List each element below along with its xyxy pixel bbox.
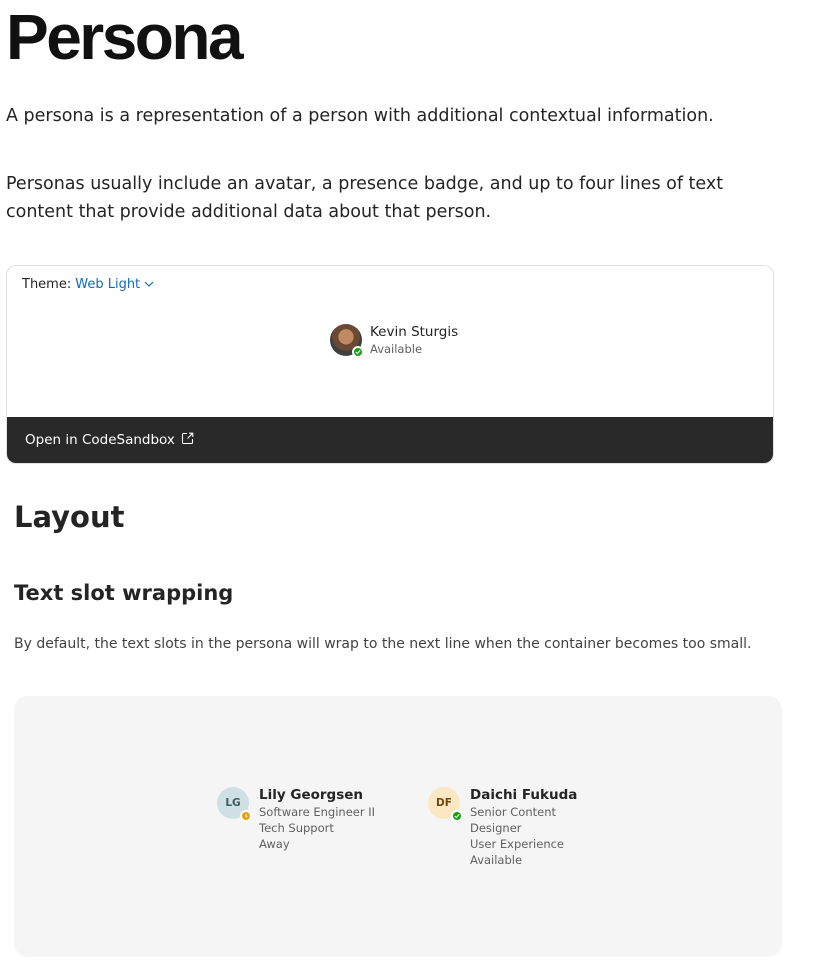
avatar <box>330 324 364 358</box>
persona-quaternary-text: Away <box>259 837 290 851</box>
codesandbox-bar: Open in CodeSandbox <box>7 417 773 463</box>
persona-lily: LG Lily Georgsen Software Engineer II Te… <box>217 787 375 852</box>
theme-value[interactable]: Web Light <box>75 277 140 292</box>
persona-daichi: DF Daichi Fukuda Senior Content Designer… <box>428 787 577 868</box>
text-slot-wrapping-heading: Text slot wrapping <box>14 581 234 605</box>
presence-available-icon <box>451 810 463 822</box>
persona-quaternary-text: Available <box>470 853 523 867</box>
theme-selector[interactable]: Theme: Web Light <box>22 277 154 292</box>
avatar-initials: DF <box>436 797 452 809</box>
persona-name: Kevin Sturgis <box>370 324 459 340</box>
persona-name: Lily Georgsen <box>259 787 363 803</box>
intro-paragraph: A persona is a representation of a perso… <box>6 106 714 126</box>
open-codesandbox-link[interactable]: Open in CodeSandbox <box>25 432 194 449</box>
persona-secondary-text: Senior Content <box>470 805 557 819</box>
persona-name: Daichi Fukuda <box>470 787 578 803</box>
avatar-initials: LG <box>225 797 241 809</box>
persona-kevin: Kevin Sturgis Available <box>330 324 459 358</box>
presence-available-icon <box>352 346 364 358</box>
external-link-icon <box>181 432 194 449</box>
chevron-down-icon[interactable] <box>144 276 154 291</box>
avatar: DF <box>428 787 463 822</box>
persona-status: Available <box>370 342 423 356</box>
layout-example-canvas: LG Lily Georgsen Software Engineer II Te… <box>14 696 782 957</box>
page-title: Persona <box>6 1 244 73</box>
persona-secondary-text: Software Engineer II <box>259 805 376 819</box>
codesandbox-label: Open in CodeSandbox <box>25 432 175 448</box>
description-paragraph: Personas usually include an avatar, a pr… <box>6 174 724 222</box>
presence-away-icon <box>240 810 252 822</box>
layout-heading: Layout <box>14 500 125 534</box>
example-container: Theme: Web Light Kevin Sturgis Available… <box>6 265 774 464</box>
persona-secondary-text-continued: Designer <box>470 821 522 835</box>
persona-tertiary-text: Tech Support <box>259 821 334 835</box>
persona-tertiary-text: User Experience <box>470 837 564 851</box>
theme-label: Theme: <box>22 277 72 292</box>
text-slot-description: By default, the text slots in the person… <box>14 636 752 652</box>
avatar: LG <box>217 787 252 822</box>
